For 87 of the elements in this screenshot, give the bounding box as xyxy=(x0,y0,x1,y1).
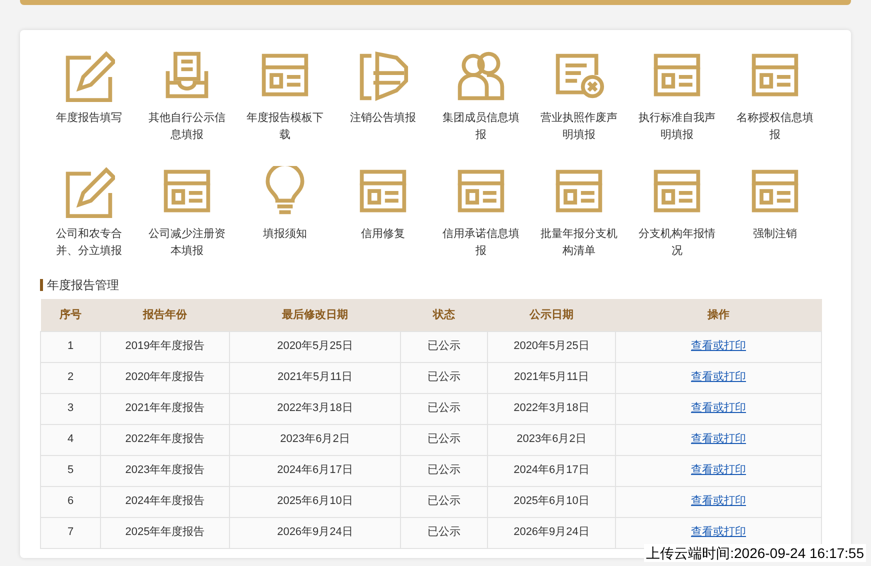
table-cell: 2022年3月18日 xyxy=(277,402,353,414)
shortcut-tile[interactable]: 其他自行公示信息填报 xyxy=(138,50,236,156)
table-cell: 4 xyxy=(67,433,74,446)
shortcut-tile[interactable]: 年度报告模板下载 xyxy=(236,50,334,156)
view-print-link[interactable]: 查看或打印 xyxy=(691,402,746,414)
folded-document-icon xyxy=(357,50,409,102)
shortcut-label: 信用修复 xyxy=(360,227,406,242)
table-cell: 已公示 xyxy=(428,433,460,446)
shortcut-tile[interactable]: 公司和农专合并、分立填报 xyxy=(40,166,138,272)
shortcut-label: 公司减少注册资本填报 xyxy=(148,226,226,259)
table-cell: 2024年年度报告 xyxy=(125,495,205,508)
table-cell: 5 xyxy=(67,464,74,476)
table-cell: 已公示 xyxy=(428,340,460,352)
shortcut-label: 营业执照作废声明填报 xyxy=(540,110,618,143)
shortcut-label: 年度报告填写 xyxy=(55,110,123,126)
view-print-link[interactable]: 查看或打印 xyxy=(691,464,746,476)
shortcut-label: 名称授权信息填报 xyxy=(736,111,814,143)
table-cell: 2024年6月17日 xyxy=(277,464,353,476)
shortcut-tile[interactable]: 名称授权信息填报 xyxy=(726,50,824,156)
table-cell: 2022年年度报告 xyxy=(125,433,205,446)
view-print-link[interactable]: 查看或打印 xyxy=(691,433,746,446)
shortcut-label: 其他自行公示信息填报 xyxy=(148,111,226,143)
shortcut-tile[interactable]: 强制注销 xyxy=(726,166,824,272)
table-cell: 3 xyxy=(67,402,74,414)
column-header: 报告年份 xyxy=(100,299,230,331)
view-print-link[interactable]: 查看或打印 xyxy=(691,526,746,538)
shortcut-tile[interactable]: 批量年报分支机构清单 xyxy=(530,166,628,272)
section-marker xyxy=(40,279,43,291)
upload-timestamp: 上传云端时间:2026-09-24 16:17:55 xyxy=(644,544,866,562)
table-cell: 2025年年度报告 xyxy=(125,526,205,538)
shortcut-label: 批量年报分支机构清单 xyxy=(540,227,618,259)
view-print-link[interactable]: 查看或打印 xyxy=(691,371,746,384)
shortcut-tile[interactable]: 公司减少注册资本填报 xyxy=(138,166,236,272)
table-cell: 已公示 xyxy=(428,495,460,508)
shortcut-tile[interactable]: 信用修复 xyxy=(334,166,432,272)
pencil-edit-icon xyxy=(63,166,115,218)
shortcut-tile[interactable]: 分支机构年报情况 xyxy=(628,166,726,272)
table-cell: 2025年6月10日 xyxy=(514,495,590,508)
shortcut-label: 分支机构年报情况 xyxy=(638,227,716,259)
table-cell: 已公示 xyxy=(428,402,460,414)
table-cell: 2020年年度报告 xyxy=(125,371,205,384)
column-header: 序号 xyxy=(40,299,100,331)
view-print-link[interactable]: 查看或打印 xyxy=(691,495,746,508)
table-cell: 7 xyxy=(67,526,74,538)
table-cell: 2021年年度报告 xyxy=(125,402,205,414)
shortcut-tile[interactable]: 填报须知 xyxy=(236,166,334,272)
table-cell: 2021年5月11日 xyxy=(277,371,352,384)
section-title: 年度报告管理 xyxy=(47,277,119,294)
table-cell: 2025年6月10日 xyxy=(277,495,353,508)
shortcut-tile[interactable]: 年度报告填写 xyxy=(40,50,138,156)
shortcut-label: 公司和农专合并、分立填报 xyxy=(55,227,123,259)
shortcut-tile[interactable]: 注销公告填报 xyxy=(334,50,432,156)
table-cell: 2026年9月24日 xyxy=(277,526,353,538)
shortcut-tile[interactable]: 信用承诺信息填报 xyxy=(432,166,530,272)
view-print-link[interactable]: 查看或打印 xyxy=(691,340,746,352)
table-cell: 2021年5月11日 xyxy=(514,371,589,384)
shortcut-label: 信用承诺信息填报 xyxy=(442,227,520,259)
column-header: 最后修改日期 xyxy=(230,299,400,331)
table-cell: 1 xyxy=(67,340,74,352)
table-cell: 已公示 xyxy=(428,371,460,384)
table-cell: 2020年5月25日 xyxy=(277,340,353,352)
table-cell: 2019年年度报告 xyxy=(125,340,205,352)
table-cell: 已公示 xyxy=(428,464,460,476)
shortcut-tile[interactable]: 营业执照作废声明填报 xyxy=(530,50,628,156)
table-cell: 已公示 xyxy=(428,526,460,538)
table-cell: 2023年6月2日 xyxy=(516,433,586,446)
shortcut-label: 注销公告填报 xyxy=(349,110,417,126)
table-cell: 2 xyxy=(67,371,74,384)
shortcut-label: 强制注销 xyxy=(752,226,798,242)
column-header: 状态 xyxy=(400,299,488,331)
table-cell: 2026年9月24日 xyxy=(514,526,590,538)
table-cell: 2020年5月25日 xyxy=(514,340,590,352)
table-cell: 6 xyxy=(67,495,74,508)
table-cell: 2023年6月2日 xyxy=(280,433,350,446)
table-cell: 2022年3月18日 xyxy=(514,402,590,414)
shortcut-tile[interactable]: 集团成员信息填报 xyxy=(432,50,530,156)
table-cell: 2023年年度报告 xyxy=(125,464,205,476)
shortcut-label: 集团成员信息填报 xyxy=(442,111,520,143)
pencil-edit-icon xyxy=(63,50,115,102)
shortcut-tile[interactable]: 执行标准自我声明填报 xyxy=(628,50,726,156)
column-header: 公示日期 xyxy=(488,299,616,331)
table-cell: 2024年6月17日 xyxy=(514,464,590,476)
shortcut-label: 年度报告模板下载 xyxy=(246,110,324,143)
column-header: 操作 xyxy=(616,299,822,331)
shortcut-label: 填报须知 xyxy=(262,227,308,242)
people-icon xyxy=(455,50,507,102)
shortcut-label: 执行标准自我声明填报 xyxy=(638,111,716,143)
